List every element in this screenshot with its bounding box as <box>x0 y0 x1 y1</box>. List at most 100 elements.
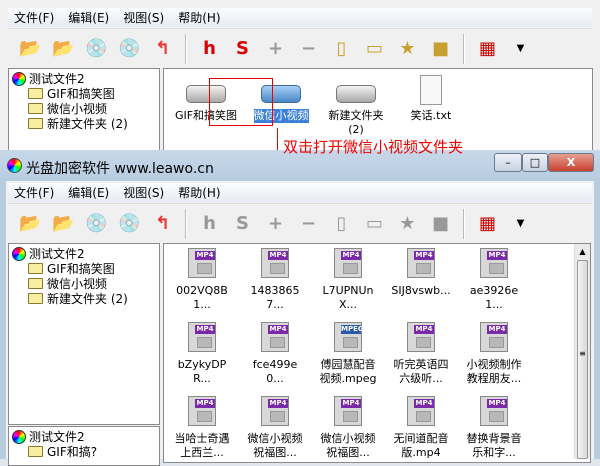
key-stop-button[interactable]: ■ <box>424 209 457 239</box>
file-type-badge: MP4 <box>414 251 434 260</box>
file-item[interactable]: MP4 SIJ8vswb... <box>385 248 457 298</box>
up-level-button[interactable]: ↰ <box>146 34 179 64</box>
encrypt-disc-button[interactable]: 💿 <box>80 209 113 239</box>
tree-item[interactable]: GIF和搞笑图 <box>12 86 156 101</box>
remove-key-button[interactable]: − <box>292 34 325 64</box>
tree-item[interactable]: 新建文件夹 (2) <box>12 116 156 131</box>
tree-item[interactable]: 新建文件夹 (2) <box>12 291 156 306</box>
tree-root[interactable]: 测试文件2 <box>12 71 156 86</box>
video-file-icon: MPEG <box>334 322 364 352</box>
tree-item[interactable]: 微信小视频 <box>12 276 156 291</box>
view-grid-button[interactable]: ▦ <box>471 34 504 64</box>
file-item[interactable]: 笑话.txt <box>395 75 467 123</box>
folder-icon <box>28 88 43 99</box>
file-item[interactable]: MP4 听完英语四六级听... <box>385 322 457 386</box>
key-favorite-button[interactable]: ★ <box>391 209 424 239</box>
disc-icon <box>12 71 26 86</box>
encrypt-disc-button[interactable]: 💿 <box>80 34 113 64</box>
file-item[interactable]: MP4 bZykyDPR... <box>166 322 238 386</box>
film-frame <box>270 337 285 348</box>
menu-0[interactable]: 文件(F) <box>14 184 54 201</box>
minimize-button[interactable]: – <box>494 153 522 172</box>
folder-tree[interactable]: 测试文件2 GIF和搞笑图 微信小视频 新建文件夹 (2) <box>8 243 160 425</box>
file-item[interactable]: MP4 当哈士奇遇上西兰... <box>166 396 238 460</box>
view-grid-button[interactable]: ▦ <box>471 209 504 239</box>
menu-2[interactable]: 视图(S) <box>123 9 164 26</box>
file-item[interactable]: MP4 微信小视频祝福图... <box>312 396 384 460</box>
file-item[interactable]: MP4 微信小视频祝福图... <box>239 396 311 460</box>
add-key-button[interactable]: + <box>259 209 292 239</box>
drive-icon <box>336 85 376 103</box>
tree-item[interactable]: GIF和搞笑图 <box>12 261 156 276</box>
key-file-button[interactable]: ▯ <box>325 34 358 64</box>
find-s-button[interactable]: S <box>226 209 259 239</box>
file-item[interactable]: MP4 002VQ8B1... <box>166 248 238 312</box>
view-dropdown-button[interactable]: ▼ <box>504 209 537 239</box>
menu-3[interactable]: 帮助(H) <box>178 9 220 26</box>
file-item[interactable]: MP4 小视频制作教程朋友... <box>458 322 530 386</box>
scroll-up-button[interactable]: ▲ <box>575 244 590 260</box>
file-type-badge: MP4 <box>268 251 288 260</box>
file-item[interactable]: MP4 fce499e0... <box>239 322 311 386</box>
tree-item[interactable]: GIF和搞? <box>12 444 156 459</box>
file-label: L7UPNUnX... <box>322 284 374 311</box>
video-file-icon: MP4 <box>261 248 289 278</box>
folder-tree-secondary[interactable]: 测试文件2 GIF和搞? <box>8 426 160 466</box>
annotation-box <box>209 78 273 126</box>
tree-item[interactable]: 微信小视频 <box>12 101 156 116</box>
menu-3[interactable]: 帮助(H) <box>178 184 220 201</box>
find-hidden-button[interactable]: h <box>193 34 226 64</box>
import-folder-button[interactable]: 📂 <box>14 209 47 239</box>
export-folder-icon: 📂 <box>52 38 75 59</box>
view-dropdown-icon: ▼ <box>516 218 525 229</box>
file-item[interactable]: MP4 ae3926e1... <box>458 248 530 312</box>
export-folder-button[interactable]: 📂 <box>47 209 80 239</box>
import-folder-button[interactable]: 📂 <box>14 34 47 64</box>
file-item[interactable]: MP4 14838657... <box>239 248 311 312</box>
file-item[interactable]: MP4 无间道配音版.mp4 <box>385 396 457 460</box>
file-type-badge: MP4 <box>341 251 361 260</box>
find-hidden-button[interactable]: h <box>193 209 226 239</box>
view-dropdown-button[interactable]: ▼ <box>504 34 537 64</box>
file-item[interactable]: MP4 替换背景音乐和字... <box>458 396 530 460</box>
find-s-button[interactable]: S <box>226 34 259 64</box>
file-item[interactable]: 新建文件夹 (2) <box>320 75 392 137</box>
key-file-button[interactable]: ▯ <box>325 209 358 239</box>
key-stop-icon: ■ <box>431 213 449 234</box>
toolbar-separator <box>185 33 187 64</box>
key-favorite-button[interactable]: ★ <box>391 34 424 64</box>
menu-0[interactable]: 文件(F) <box>14 9 54 26</box>
key-folder-button[interactable]: ▭ <box>358 209 391 239</box>
up-level-button[interactable]: ↰ <box>146 209 179 239</box>
add-key-button[interactable]: + <box>259 34 292 64</box>
menu-1[interactable]: 编辑(E) <box>68 9 109 26</box>
tree-root[interactable]: 测试文件2 <box>12 429 156 444</box>
menu-1[interactable]: 编辑(E) <box>68 184 109 201</box>
file-view[interactable]: MP4 002VQ8B1... MP4 14838657... MP4 L7UPNUnX.… <box>163 243 591 463</box>
burn-disc-button[interactable]: 💿 <box>113 34 146 64</box>
folder-icon <box>28 293 43 304</box>
burn-disc-button[interactable]: 💿 <box>113 209 146 239</box>
key-favorite-icon: ★ <box>399 38 416 59</box>
key-folder-button[interactable]: ▭ <box>358 34 391 64</box>
video-file-icon: MP4 <box>480 396 508 426</box>
scrollbar[interactable]: ▲ ≡ <box>574 244 590 459</box>
file-item[interactable]: MPEG 傅园慧配音视频.mpeg <box>312 322 384 386</box>
film-frame <box>489 411 504 422</box>
file-type-badge: MP4 <box>414 399 434 408</box>
key-stop-button[interactable]: ■ <box>424 34 457 64</box>
maximize-button[interactable]: □ <box>522 153 548 172</box>
tree-root[interactable]: 测试文件2 <box>12 246 156 261</box>
file-item[interactable]: MP4 L7UPNUnX... <box>312 248 384 312</box>
folder-tree[interactable]: 测试文件2 GIF和搞笑图 微信小视频 新建文件夹 (2) <box>8 68 160 158</box>
menu-2[interactable]: 视图(S) <box>123 184 164 201</box>
folder-icon <box>28 263 43 274</box>
video-file-icon: MP4 <box>334 396 362 426</box>
remove-key-icon: − <box>300 213 317 234</box>
file-label: 微信小视频祝福图... <box>320 432 376 459</box>
scroll-thumb[interactable]: ≡ <box>577 260 588 459</box>
export-folder-button[interactable]: 📂 <box>47 34 80 64</box>
remove-key-button[interactable]: − <box>292 209 325 239</box>
film-frame <box>416 337 431 348</box>
close-button[interactable]: X <box>548 153 594 172</box>
